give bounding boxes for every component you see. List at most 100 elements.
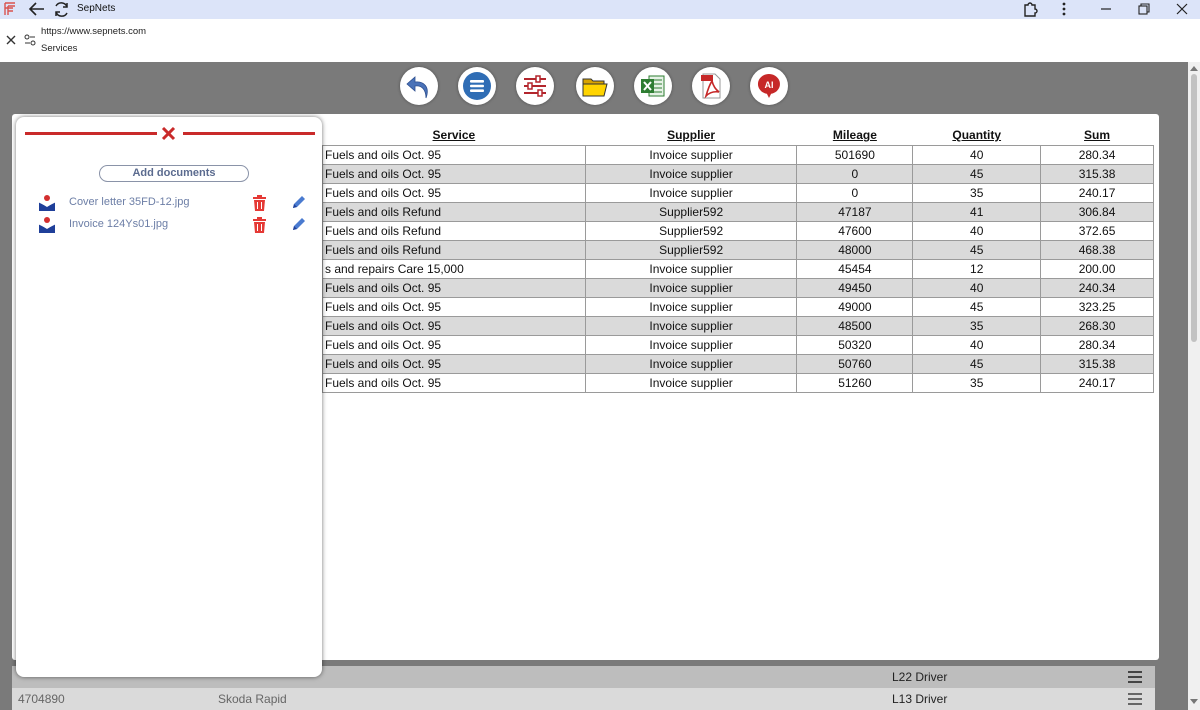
scroll-up-icon[interactable] bbox=[1190, 65, 1198, 71]
table-row[interactable]: Fuels and oils Oct. 95 Invoice supplier 0 3… bbox=[322, 182, 1154, 203]
folder-icon bbox=[582, 78, 608, 97]
table-cell: Fuels and oils Refund bbox=[322, 201, 586, 222]
table-cell: s and repairs Care 15,000 bbox=[322, 258, 586, 279]
table-row[interactable]: s and repairs Care 15,000 Invoice supplie… bbox=[322, 258, 1154, 279]
edit-pencil-icon[interactable] bbox=[290, 216, 307, 233]
url-text[interactable]: https://www.sepnets.com bbox=[41, 26, 146, 37]
add-documents-button[interactable]: Add documents bbox=[99, 165, 249, 182]
table-cell: 51260 bbox=[796, 372, 914, 393]
table-cell: Invoice supplier bbox=[584, 182, 798, 203]
extensions-icon[interactable] bbox=[1023, 1, 1038, 17]
more-options-icon[interactable] bbox=[1058, 1, 1070, 17]
trash-icon[interactable] bbox=[252, 194, 267, 212]
back-arrow-icon[interactable] bbox=[28, 1, 46, 17]
column-header[interactable]: Mileage bbox=[797, 126, 913, 145]
edit-pencil-icon[interactable] bbox=[290, 194, 307, 211]
table-cell: Invoice supplier bbox=[584, 296, 798, 317]
excel-export-button[interactable] bbox=[634, 67, 672, 105]
scroll-down-icon[interactable] bbox=[1190, 699, 1198, 705]
table-row[interactable]: Fuels and oils Oct. 95 Invoice supplier 49… bbox=[322, 277, 1154, 298]
table-cell: 49000 bbox=[796, 296, 914, 317]
document-link[interactable]: Invoice 124Ys01.jpg bbox=[69, 218, 168, 230]
header-divider bbox=[25, 132, 157, 135]
table-row[interactable]: Fuels and oils Refund Supplier592 47187 41 3… bbox=[322, 201, 1154, 222]
table-row[interactable]: Fuels and oils Refund Supplier592 47600 40 3… bbox=[322, 220, 1154, 241]
table-cell: 12 bbox=[912, 258, 1042, 279]
hamburger-menu-icon[interactable] bbox=[1127, 670, 1143, 684]
table-cell: 45 bbox=[912, 296, 1042, 317]
table-cell: 280.34 bbox=[1040, 334, 1154, 355]
table-cell: Fuels and oils Oct. 95 bbox=[322, 182, 586, 203]
ai-icon: AI bbox=[757, 74, 780, 98]
table-cell: Invoice supplier bbox=[584, 277, 798, 298]
table-row[interactable]: Fuels and oils Oct. 95 Invoice supplier 50… bbox=[322, 334, 1154, 355]
table-cell: 45 bbox=[912, 239, 1042, 260]
reload-icon[interactable] bbox=[53, 1, 70, 18]
table-cell: 323.25 bbox=[1040, 296, 1154, 317]
pdf-icon bbox=[701, 73, 721, 99]
window-close-icon[interactable] bbox=[1175, 1, 1189, 17]
table-row[interactable]: Fuels and oils Oct. 95 Invoice supplier 48… bbox=[322, 315, 1154, 336]
table-cell: 501690 bbox=[796, 144, 914, 165]
site-settings-icon[interactable] bbox=[24, 34, 36, 46]
scrollbar-thumb[interactable] bbox=[1191, 74, 1197, 342]
hamburger-menu-icon[interactable] bbox=[1127, 692, 1143, 706]
table-cell: 48500 bbox=[796, 315, 914, 336]
ai-button[interactable]: AI bbox=[750, 67, 788, 105]
table-cell: 315.38 bbox=[1040, 353, 1154, 374]
table-cell: 50320 bbox=[796, 334, 914, 355]
trash-icon[interactable] bbox=[252, 216, 267, 234]
table-cell: Invoice supplier bbox=[584, 144, 798, 165]
filter-button[interactable] bbox=[516, 67, 554, 105]
back-button[interactable] bbox=[400, 67, 438, 105]
table-row[interactable]: Fuels and oils Oct. 95 Invoice supplier 50… bbox=[322, 144, 1154, 165]
table-row[interactable]: Fuels and oils Refund Supplier592 48000 45 4… bbox=[322, 239, 1154, 260]
menu-button[interactable] bbox=[458, 67, 496, 105]
table-cell: 47600 bbox=[796, 220, 914, 241]
table-cell: 0 bbox=[796, 182, 914, 203]
open-folder-button[interactable] bbox=[576, 67, 614, 105]
table-cell: Invoice supplier bbox=[584, 258, 798, 279]
table-cell: 40 bbox=[912, 220, 1042, 241]
column-header[interactable]: Supplier bbox=[585, 126, 797, 145]
table-cell: 45454 bbox=[796, 258, 914, 279]
table-cell: 0 bbox=[796, 163, 914, 184]
restore-icon[interactable] bbox=[1137, 1, 1151, 17]
close-icon[interactable] bbox=[161, 126, 176, 141]
table-cell: 306.84 bbox=[1040, 201, 1154, 222]
table-cell: Fuels and oils Oct. 95 bbox=[322, 277, 586, 298]
table-cell: Fuels and oils Oct. 95 bbox=[322, 353, 586, 374]
column-header[interactable]: Quantity bbox=[913, 126, 1041, 145]
table-cell: 372.65 bbox=[1040, 220, 1154, 241]
tab-title: SepNets bbox=[77, 3, 116, 14]
table-cell: 40 bbox=[912, 277, 1042, 298]
page-name: Services bbox=[41, 43, 78, 54]
browser-titlebar: SepNets bbox=[0, 0, 1200, 19]
list-cell: 4704890 bbox=[18, 692, 65, 706]
list-item[interactable]: 4704890 Skoda Rapid L13 Driver bbox=[12, 688, 1155, 710]
table-cell: 40 bbox=[912, 144, 1042, 165]
document-item: Cover letter 35FD-12.jpg bbox=[16, 193, 322, 213]
table-cell: 240.34 bbox=[1040, 277, 1154, 298]
table-row[interactable]: Fuels and oils Oct. 95 Invoice supplier 51… bbox=[322, 372, 1154, 393]
table-row[interactable]: Fuels and oils Oct. 95 Invoice supplier 0 4… bbox=[322, 163, 1154, 184]
page-scrollbar[interactable] bbox=[1188, 62, 1200, 710]
table-row[interactable]: Fuels and oils Oct. 95 Invoice supplier 49… bbox=[322, 296, 1154, 317]
table-cell: Fuels and oils Oct. 95 bbox=[322, 315, 586, 336]
address-bar: https://www.sepnets.com Services bbox=[0, 19, 1200, 62]
column-header[interactable]: Service bbox=[323, 126, 586, 145]
pdf-export-button[interactable] bbox=[692, 67, 730, 105]
column-header[interactable]: Sum bbox=[1041, 126, 1154, 145]
close-icon[interactable] bbox=[5, 34, 17, 46]
table-cell: 35 bbox=[912, 372, 1042, 393]
table-cell: Fuels and oils Refund bbox=[322, 239, 586, 260]
sliders-icon bbox=[524, 75, 546, 97]
table-cell: Fuels and oils Oct. 95 bbox=[322, 163, 586, 184]
table-cell: Fuels and oils Oct. 95 bbox=[322, 144, 586, 165]
back-arrow-icon bbox=[406, 76, 428, 99]
document-link[interactable]: Cover letter 35FD-12.jpg bbox=[69, 196, 189, 208]
list-cell: Skoda Rapid bbox=[218, 692, 287, 706]
table-row[interactable]: Fuels and oils Oct. 95 Invoice supplier 50… bbox=[322, 353, 1154, 374]
minimize-icon[interactable] bbox=[1099, 1, 1113, 17]
excel-icon bbox=[641, 75, 665, 97]
